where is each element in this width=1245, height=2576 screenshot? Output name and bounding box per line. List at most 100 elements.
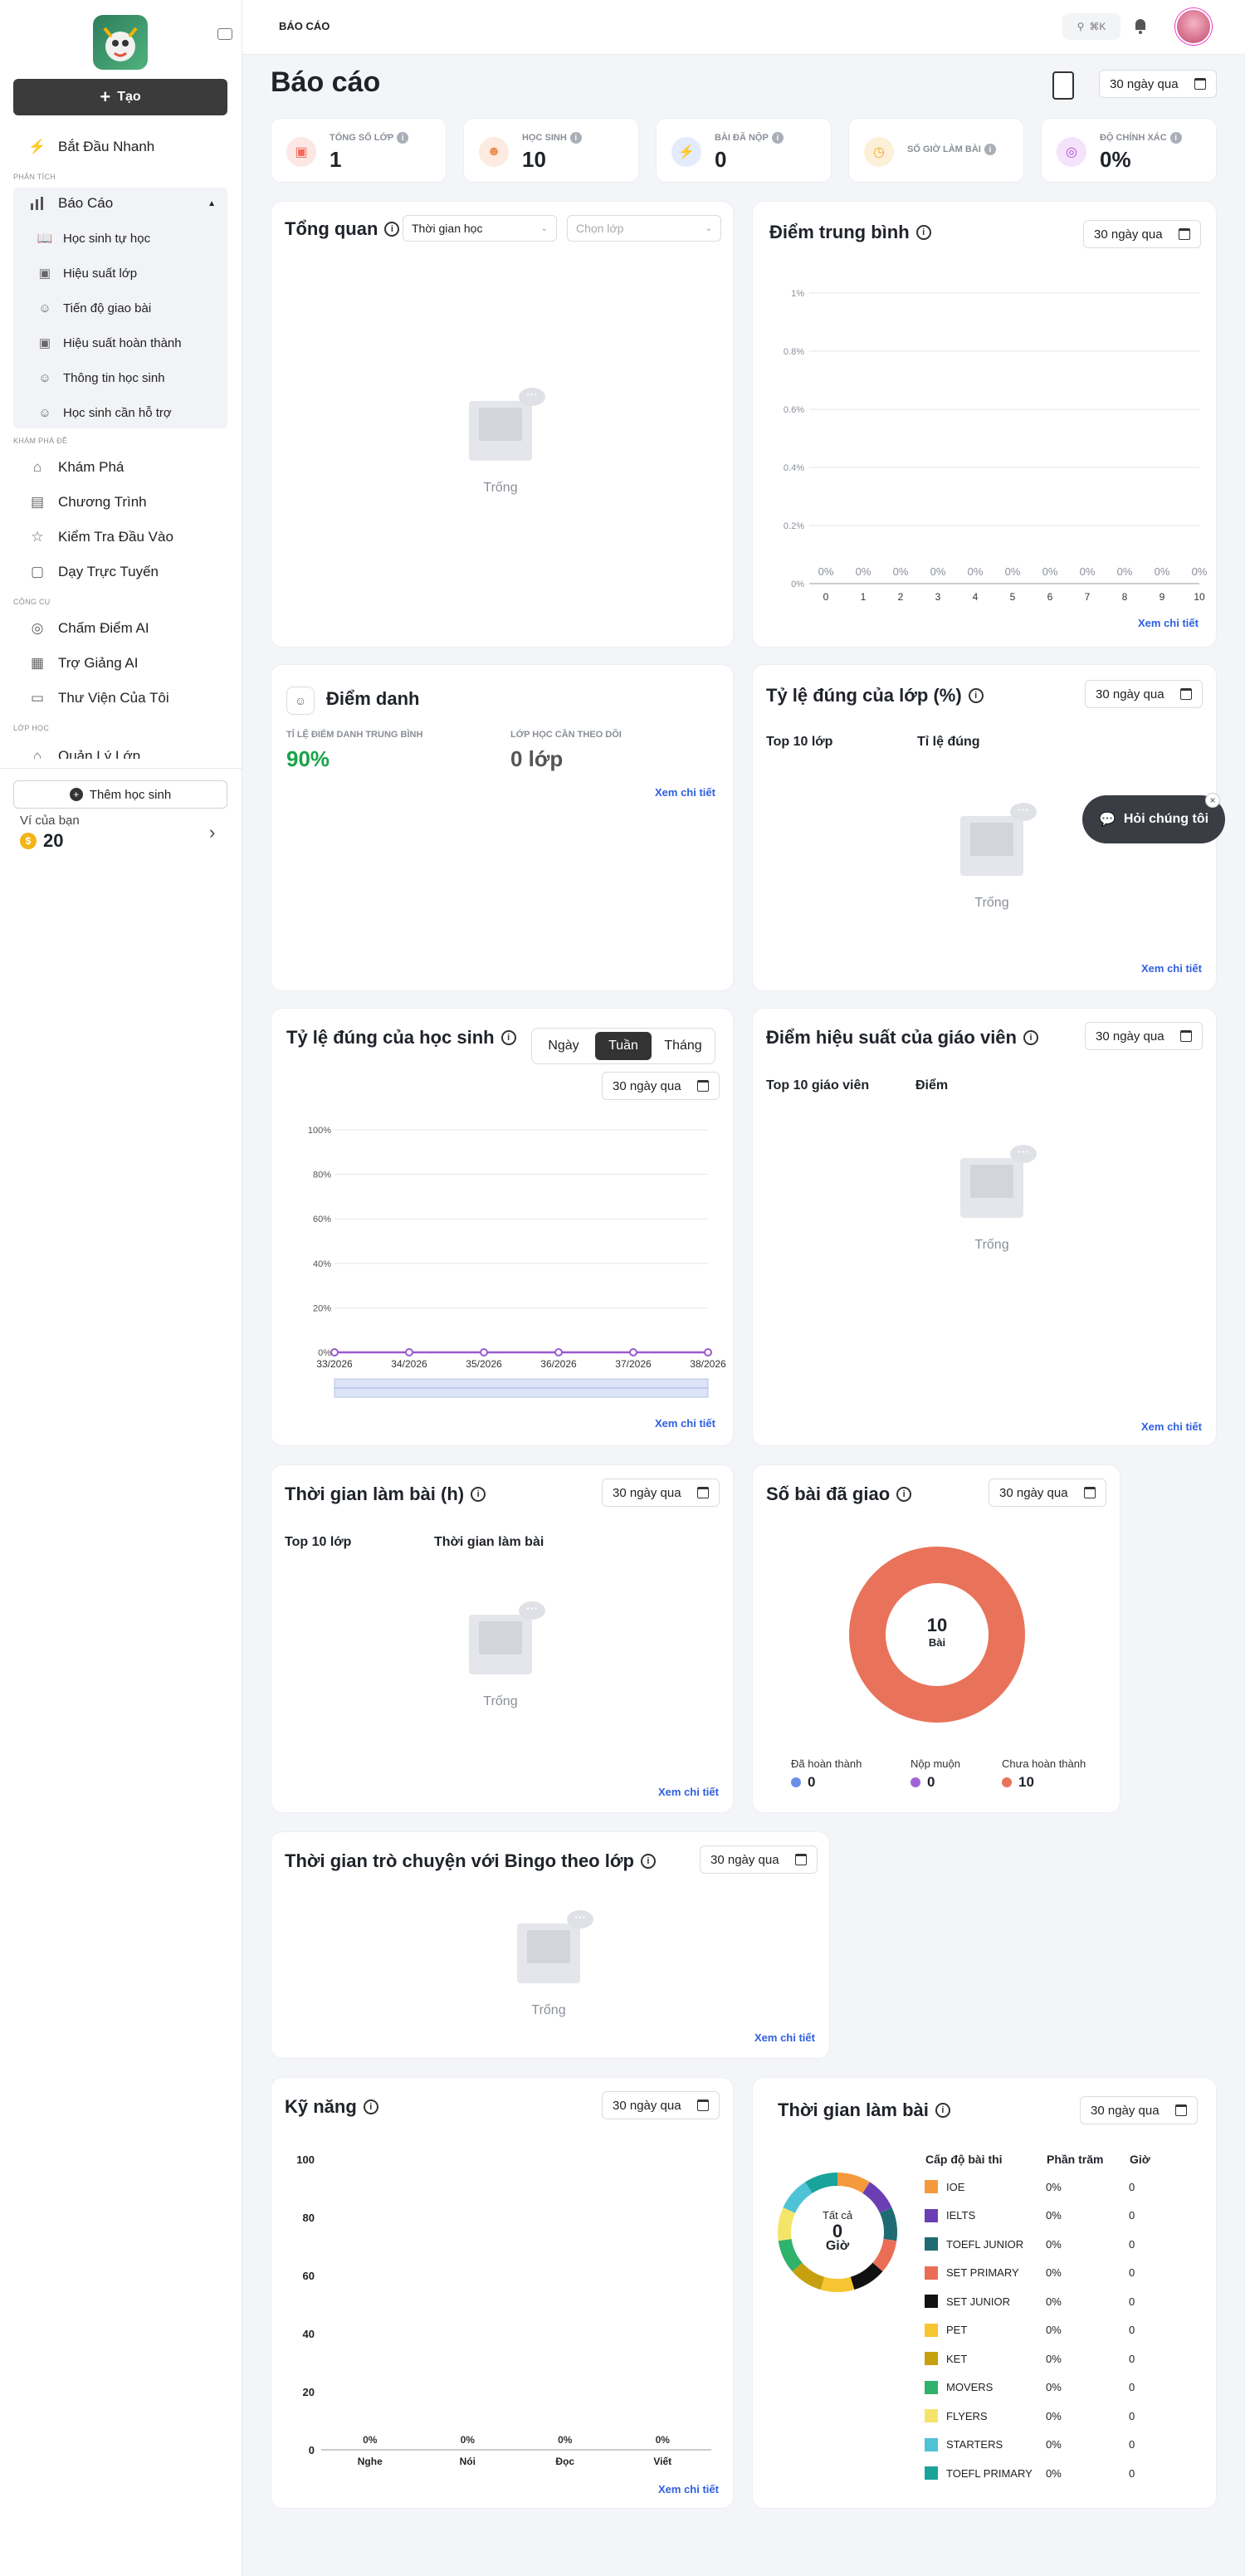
y-tick-label: 80 [303, 2212, 315, 2224]
study-time-select[interactable]: Thời gian học ⌄ [403, 215, 557, 242]
add-student-label: Thêm học sinh [89, 787, 172, 802]
nav-ai-assistant[interactable]: ▦ Trợ Giảng AI [13, 648, 227, 679]
ask-us-button[interactable]: 💬 Hỏi chúng tôi [1082, 795, 1225, 843]
view-details-link[interactable]: Xem chi tiết [655, 1417, 715, 1430]
student-accuracy-card: Tỷ lệ đúng của học sinh i 30 ngày qua 0% 2… [271, 1008, 734, 1446]
info-icon[interactable]: i [569, 132, 582, 144]
empty-bubble-icon: ··· [1010, 803, 1037, 821]
legend-dot [1002, 1777, 1012, 1787]
bell-icon[interactable] [1132, 17, 1149, 35]
sub-assignment-progress[interactable]: ☺ Tiến độ giao bài [38, 296, 151, 320]
info-icon[interactable]: i [984, 144, 996, 155]
data-label: 0% [1080, 565, 1096, 578]
x-tick-label: 3 [935, 591, 941, 603]
y-tick-label: 1% [791, 289, 804, 299]
search-shortcut: ⌘K [1089, 21, 1106, 32]
sub-self-study[interactable]: 📖 Học sinh tự học [37, 226, 150, 251]
x-tick-label: 6 [1047, 591, 1053, 603]
view-details-link[interactable]: Xem chi tiết [754, 2031, 815, 2044]
nav-online-teaching[interactable]: ▢ Dạy Trực Tuyến [13, 556, 227, 588]
class-select[interactable]: Chọn lớp ⌄ [567, 215, 721, 242]
exam-level-percent: 0% [1046, 2324, 1062, 2336]
date-label: 30 ngày qua [1091, 2103, 1160, 2118]
nav-my-library[interactable]: ▭ Thư Viện Của Tôi [13, 682, 227, 714]
legend-dot [911, 1777, 920, 1787]
info-icon[interactable]: i [397, 132, 409, 144]
avg-score-date-picker[interactable]: 30 ngày qua [1083, 220, 1201, 248]
info-icon[interactable]: i [1169, 132, 1182, 144]
nav-program[interactable]: ▤ Chương Trình [13, 486, 227, 518]
class-accuracy-date-picker[interactable]: 30 ngày qua [1085, 680, 1203, 708]
clipboard-icon[interactable] [1052, 71, 1074, 100]
info-icon[interactable]: i [935, 2103, 950, 2118]
empty-state: ··· Trống [940, 798, 1048, 931]
sub-students-need-help[interactable]: ☺ Học sinh cần hỗ trợ [38, 400, 171, 425]
search-button[interactable]: ⚲ ⌘K [1062, 13, 1120, 40]
empty-text: Trống [483, 481, 518, 495]
tab-day[interactable]: Ngày [535, 1032, 592, 1060]
legend-incomplete: Chưa hoàn thành [1002, 1757, 1086, 1770]
stat-label-text: HỌC SINH [522, 133, 567, 143]
info-icon[interactable]: i [471, 1487, 486, 1502]
info-icon[interactable]: i [968, 688, 984, 703]
sub-completion-performance[interactable]: ▣ Hiệu suất hoàn thành [38, 330, 182, 355]
data-label: 0% [893, 565, 909, 578]
nav-explore[interactable]: ⌂ Khám Phá [13, 452, 227, 483]
info-icon[interactable]: i [1023, 1030, 1038, 1045]
view-details-link[interactable]: Xem chi tiết [1141, 962, 1202, 975]
close-icon[interactable]: × [1205, 793, 1220, 808]
date-label: 30 ngày qua [1110, 76, 1179, 91]
nav-label: Chương Trình [58, 494, 147, 510]
x-tick-label: 33/2026 [316, 1358, 353, 1370]
tab-week[interactable]: Tuần [595, 1032, 652, 1060]
exam-level-hours: 0 [1129, 2237, 1135, 2251]
create-button[interactable]: + Tạo [13, 79, 227, 115]
app-logo[interactable] [93, 15, 148, 70]
info-icon[interactable]: i [363, 2099, 378, 2114]
exam-time-date-picker[interactable]: 30 ngày qua [1080, 2096, 1198, 2124]
bingo-date-picker[interactable]: 30 ngày qua [700, 1845, 818, 1874]
avatar[interactable] [1175, 8, 1212, 45]
exam-level-hours: 0 [1129, 2180, 1135, 2193]
nav-class-management[interactable]: ⌂ Quản Lý Lớp [13, 741, 227, 759]
view-details-link[interactable]: Xem chi tiết [1141, 1420, 1202, 1433]
info-icon[interactable]: i [640, 1854, 656, 1869]
info-icon[interactable]: i [500, 1030, 516, 1045]
view-details-link[interactable]: Xem chi tiết [658, 2483, 719, 2495]
tab-month[interactable]: Tháng [655, 1032, 711, 1060]
section-tools: CÔNG CỤ [13, 598, 51, 606]
sidebar-collapse-icon[interactable] [217, 28, 232, 40]
view-details-link[interactable]: Xem chi tiết [1138, 617, 1199, 629]
sub-student-info[interactable]: ☺ Thông tin học sinh [38, 365, 164, 390]
exam-level-hours: 0 [1129, 2295, 1135, 2308]
teacher-performance-date-picker[interactable]: 30 ngày qua [1085, 1022, 1203, 1050]
attendance-card: ☺ Điểm danh TỈ LỆ ĐIỂM DANH TRUNG BÌNH 9… [271, 664, 734, 991]
skills-date-picker[interactable]: 30 ngày qua [602, 2091, 720, 2119]
work-time-date-picker[interactable]: 30 ngày qua [602, 1479, 720, 1507]
info-icon[interactable]: i [771, 132, 784, 144]
empty-bubble-icon: ··· [567, 1910, 593, 1928]
assigned-date-picker[interactable]: 30 ngày qua [989, 1479, 1106, 1507]
add-student-button[interactable]: + Thêm học sinh [13, 780, 227, 809]
view-details-link[interactable]: Xem chi tiết [655, 786, 715, 799]
target-icon: ◎ [1057, 137, 1086, 167]
x-tick-label: 35/2026 [466, 1358, 502, 1370]
exam-level-row: SET JUNIOR 0% 0 [925, 2293, 1135, 2310]
nav-entrance-test[interactable]: ☆ Kiểm Tra Đầu Vào [13, 521, 227, 553]
nav-quick-start[interactable]: ⚡ Bắt Đầu Nhanh [13, 131, 227, 163]
student-accuracy-date-picker[interactable]: 30 ngày qua [602, 1072, 720, 1100]
nav-ai-grading[interactable]: ◎ Chấm Điểm AI [13, 613, 227, 644]
x-tick-label: 34/2026 [391, 1358, 427, 1370]
exam-level-percent: 0% [1046, 2466, 1062, 2480]
info-icon[interactable]: i [384, 222, 400, 237]
nav-reports[interactable]: Báo Cáo ▲ [13, 188, 227, 219]
exam-level-percent: 0% [1046, 2438, 1062, 2451]
stat-label-text: SỐ GIỜ LÀM BÀI [907, 144, 981, 154]
chevron-right-icon[interactable]: › [209, 822, 215, 843]
page-date-picker[interactable]: 30 ngày qua [1099, 70, 1217, 98]
empty-text: Trống [974, 896, 1009, 910]
info-icon[interactable]: i [915, 225, 931, 240]
view-details-link[interactable]: Xem chi tiết [658, 1786, 719, 1798]
sub-class-performance[interactable]: ▣ Hiệu suất lớp [38, 261, 137, 286]
info-icon[interactable]: i [896, 1487, 912, 1502]
